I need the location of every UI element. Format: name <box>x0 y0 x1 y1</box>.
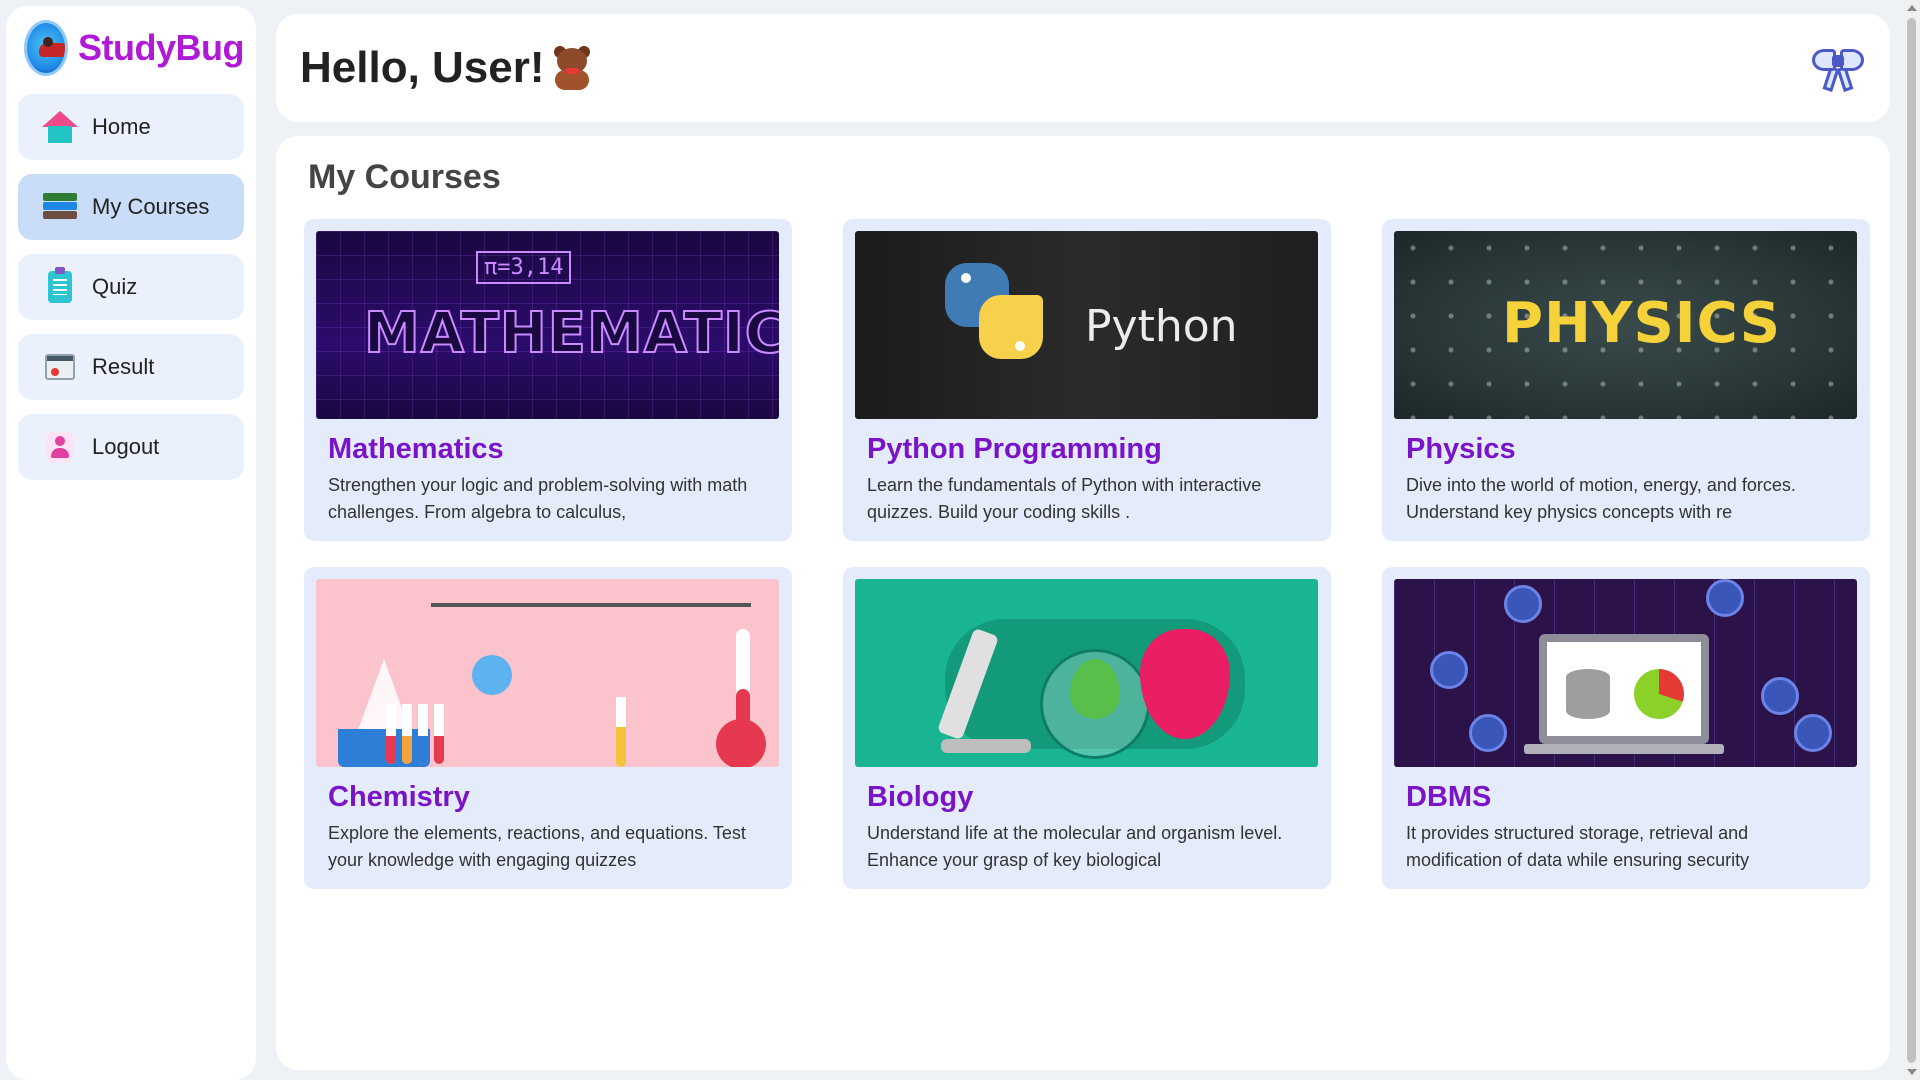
sidebar-item-label: Logout <box>92 434 160 459</box>
page-title: My Courses <box>308 158 501 196</box>
greeting: Hello, User! <box>300 43 593 93</box>
course-description: It provides structured storage, retrieva… <box>1406 823 1750 870</box>
clipboard-icon <box>42 267 78 305</box>
image-caption: PHYSICS <box>1502 291 1782 356</box>
sidebar-item-label: Home <box>92 114 151 139</box>
vertical-scrollbar[interactable] <box>1903 0 1920 1080</box>
sidebar: StudyBug Home My Courses Quiz Result Log… <box>6 6 256 1080</box>
dbms-course-image <box>1394 579 1857 767</box>
sidebar-item-label: Result <box>92 354 155 379</box>
greeting-text: Hello, User! <box>300 43 545 92</box>
ribbon-bow-icon[interactable] <box>1810 43 1866 93</box>
course-card-biology[interactable]: Biology Understand life at the molecular… <box>843 567 1331 889</box>
chemistry-course-image <box>316 579 779 767</box>
ladybug-globe-icon <box>24 20 69 76</box>
main-content: My Courses π=3,14 MATHEMATICS Mathematic… <box>276 136 1890 1070</box>
home-icon <box>42 109 78 145</box>
course-description: Learn the fundamentals of Python with in… <box>867 475 1262 522</box>
scrollbar-thumb[interactable] <box>1907 18 1916 1063</box>
result-icon <box>42 349 78 385</box>
course-card-physics[interactable]: PHYSICS Physics Dive into the world of m… <box>1382 219 1870 541</box>
course-description: Dive into the world of motion, energy, a… <box>1406 475 1796 522</box>
brand[interactable]: StudyBug <box>18 20 244 76</box>
course-description: Strengthen your logic and problem-solvin… <box>328 475 748 522</box>
course-description: Explore the elements, reactions, and equ… <box>328 823 746 870</box>
scroll-down-icon[interactable] <box>1907 1069 1917 1075</box>
teddy-bear-icon <box>551 46 593 90</box>
course-title: Chemistry <box>328 781 470 813</box>
course-title: Biology <box>867 781 974 813</box>
course-card-dbms[interactable]: DBMS It provides structured storage, ret… <box>1382 567 1870 889</box>
course-grid: π=3,14 MATHEMATICS Mathematics Strengthe… <box>304 219 1870 889</box>
brand-name: StudyBug <box>78 27 244 68</box>
course-description: Understand life at the molecular and org… <box>867 823 1283 870</box>
sidebar-item-my-courses[interactable]: My Courses <box>18 174 244 240</box>
image-caption: Python <box>1085 301 1238 352</box>
course-title: Physics <box>1406 433 1516 465</box>
sidebar-item-logout[interactable]: Logout <box>18 414 244 480</box>
sidebar-item-label: Quiz <box>92 274 138 299</box>
course-title: Mathematics <box>328 433 504 465</box>
sidebar-item-result[interactable]: Result <box>18 334 244 400</box>
mathematics-course-image: π=3,14 MATHEMATICS <box>316 231 779 419</box>
course-title: Python Programming <box>867 433 1162 465</box>
header: Hello, User! <box>276 14 1890 122</box>
course-card-chemistry[interactable]: Chemistry Explore the elements, reaction… <box>304 567 792 889</box>
sidebar-item-home[interactable]: Home <box>18 94 244 160</box>
sidebar-item-label: My Courses <box>92 194 210 219</box>
biology-course-image <box>855 579 1318 767</box>
course-card-mathematics[interactable]: π=3,14 MATHEMATICS Mathematics Strengthe… <box>304 219 792 541</box>
image-caption: MATHEMATICS <box>363 300 779 367</box>
course-title: DBMS <box>1406 781 1492 813</box>
course-card-python[interactable]: Python Python Programming Learn the fund… <box>843 219 1331 541</box>
python-course-image: Python <box>855 231 1318 419</box>
physics-course-image: PHYSICS <box>1394 231 1857 419</box>
sidebar-item-quiz[interactable]: Quiz <box>18 254 244 320</box>
books-icon <box>42 189 78 225</box>
user-logout-icon <box>42 429 78 465</box>
scroll-up-icon[interactable] <box>1907 5 1917 11</box>
